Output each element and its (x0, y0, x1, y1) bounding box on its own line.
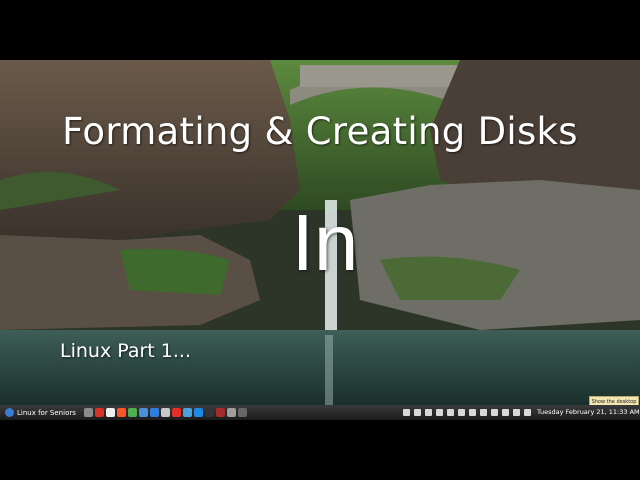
brave-icon[interactable] (116, 408, 126, 417)
start-menu-label: Linux for Seniors (17, 408, 76, 417)
music-icon[interactable] (502, 409, 509, 416)
workspace-icon[interactable] (403, 409, 410, 416)
amazon-icon[interactable] (105, 408, 115, 417)
mixer-icon[interactable] (414, 409, 421, 416)
system-icon[interactable] (83, 408, 93, 417)
slide-big-word: In (291, 198, 359, 287)
flag-icon[interactable] (160, 408, 170, 417)
editor-icon[interactable] (193, 408, 203, 417)
gear-icon[interactable] (226, 408, 236, 417)
panel-launchers (83, 408, 247, 417)
slide-subtitle: Linux Part 1... (60, 340, 191, 362)
wifi-icon[interactable] (491, 409, 498, 416)
clock-icon[interactable] (425, 409, 432, 416)
battery-icon[interactable] (524, 409, 531, 416)
bluetooth-icon[interactable] (447, 409, 454, 416)
camera-icon[interactable] (237, 408, 247, 417)
gmail-icon[interactable] (94, 408, 104, 417)
printer-icon[interactable] (480, 409, 487, 416)
letterbox-top (0, 0, 640, 60)
clock[interactable]: Tuesday February 21, 11:33 AM (537, 405, 640, 420)
record-icon[interactable] (215, 408, 225, 417)
screenshot-icon[interactable] (182, 408, 192, 417)
start-menu-button[interactable]: Linux for Seniors (0, 405, 80, 420)
terminal-icon[interactable] (204, 408, 214, 417)
chrome-icon[interactable] (127, 408, 137, 417)
taskbar: Linux for Seniors Tuesday February 21, 1… (0, 405, 640, 420)
youtube-icon[interactable] (171, 408, 181, 417)
display-icon[interactable] (436, 409, 443, 416)
system-tray (403, 405, 531, 420)
shield-icon[interactable] (458, 409, 465, 416)
volume-icon[interactable] (513, 409, 520, 416)
menu-logo-icon (5, 408, 14, 417)
files-icon[interactable] (138, 408, 148, 417)
letterbox-bottom (0, 420, 640, 480)
star-icon[interactable] (469, 409, 476, 416)
chromium-icon[interactable] (149, 408, 159, 417)
slide-title: Formating & Creating Disks (62, 110, 578, 153)
